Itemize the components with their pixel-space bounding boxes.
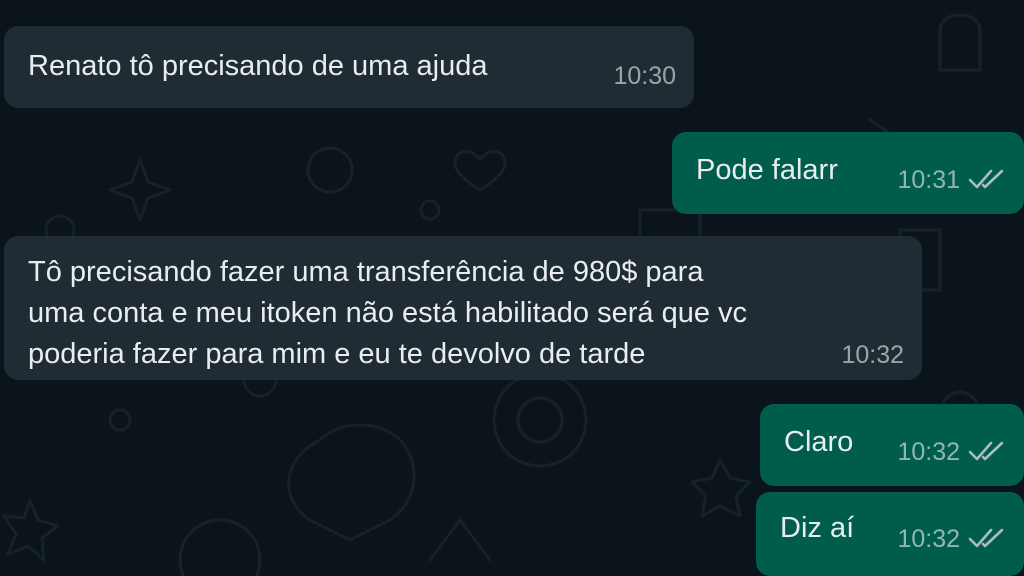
message-line: Tô precisando fazer uma transferência de… [28,256,704,288]
message-time: 10:31 [897,166,960,194]
message-line: uma conta e meu itoken não está habilita… [28,297,748,329]
message-meta: 10:32 [897,437,1006,467]
double-check-icon [968,441,1004,461]
outgoing-message[interactable]: Claro 10:32 [760,404,1024,486]
message-text: Claro [784,426,854,458]
incoming-message[interactable]: Renato tô precisando de uma ajuda 10:30 [4,26,694,108]
double-check-icon [968,528,1004,548]
message-text: Diz aí [780,512,855,544]
message-time: 10:32 [841,341,904,369]
outgoing-message[interactable]: Pode falarr 10:31 [672,132,1024,214]
message-time: 10:32 [897,525,960,553]
message-text: Pode falarr [696,154,838,186]
message-text: Renato tô precisando de uma ajuda [28,50,488,82]
message-time: 10:32 [897,438,960,466]
message-line: poderia fazer para mim e eu te devolvo d… [28,338,646,370]
message-text: Tô precisando fazer uma transferência de… [28,252,747,375]
message-time: 10:30 [613,62,676,90]
message-meta: 10:31 [897,165,1006,195]
incoming-message[interactable]: Tô precisando fazer uma transferência de… [4,236,922,380]
outgoing-message[interactable]: Diz aí 10:32 [756,492,1024,576]
double-check-icon [968,169,1004,189]
message-meta: 10:32 [897,524,1006,554]
